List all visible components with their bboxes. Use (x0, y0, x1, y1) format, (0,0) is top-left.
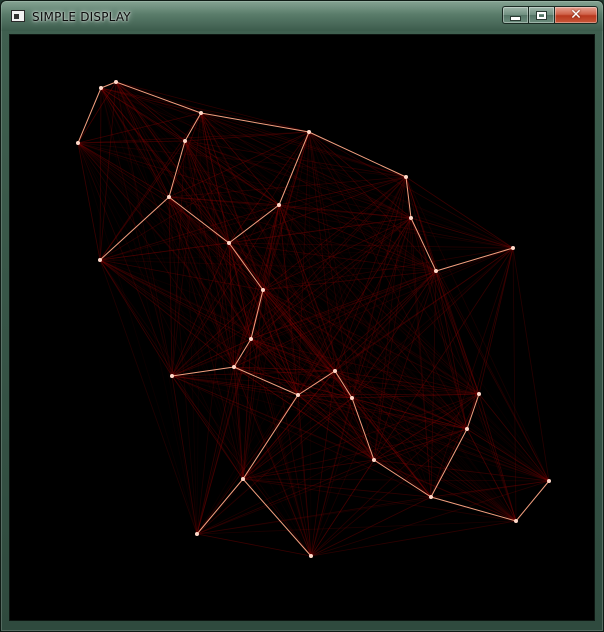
graph-node (307, 130, 311, 134)
maximize-button[interactable] (528, 6, 554, 24)
graph-node (547, 479, 551, 483)
graph-node (183, 139, 187, 143)
graph-node (76, 141, 80, 145)
simple-display-window: SIMPLE DISPLAY ✕ (0, 0, 604, 632)
graph-node (170, 374, 174, 378)
graph-node (114, 80, 118, 84)
mesh-line (171, 375, 312, 557)
graph-node (309, 554, 313, 558)
graph-node (277, 203, 281, 207)
graph-edge (435, 247, 514, 272)
mesh-line (512, 247, 517, 522)
mesh-line (297, 394, 550, 482)
graph-node (372, 458, 376, 462)
graph-node (465, 427, 469, 431)
mesh-line (184, 140, 514, 249)
mesh-line (310, 459, 375, 557)
caption-buttons: ✕ (502, 6, 598, 24)
graph-node (296, 393, 300, 397)
mesh-line (99, 87, 102, 261)
mesh-line (196, 520, 517, 535)
graph-node (241, 477, 245, 481)
mesh-lines (77, 81, 550, 557)
mesh-line (405, 176, 480, 395)
mesh-line (478, 247, 514, 395)
mesh-line (410, 217, 514, 249)
graph-node (232, 365, 236, 369)
graph-node (429, 495, 433, 499)
window-title: SIMPLE DISPLAY (32, 10, 131, 24)
graph-node (99, 86, 103, 90)
maximize-icon (537, 11, 546, 19)
graph-node (511, 246, 515, 250)
graph-node (409, 216, 413, 220)
minimize-button[interactable] (502, 6, 528, 24)
graph-node (98, 258, 102, 262)
graph-node (350, 396, 354, 400)
graph-edge (515, 480, 550, 522)
graph-edge (77, 87, 102, 144)
mesh-line (250, 338, 517, 522)
close-icon: ✕ (570, 7, 582, 23)
mesh-line (310, 496, 432, 557)
graph-visualization (76, 80, 551, 558)
mesh-line (373, 459, 517, 522)
graph-node (477, 392, 481, 396)
mesh-line (77, 142, 550, 482)
display-canvas[interactable] (9, 34, 595, 621)
mesh-line (99, 112, 202, 261)
graph-node (333, 369, 337, 373)
graph-node (514, 519, 518, 523)
graph-node (227, 241, 231, 245)
mesh-line (99, 259, 198, 535)
graph-node (404, 175, 408, 179)
graph-edge (115, 81, 202, 114)
graph-node (249, 337, 253, 341)
graph-node (195, 532, 199, 536)
close-button[interactable]: ✕ (554, 6, 598, 24)
title-bar[interactable]: SIMPLE DISPLAY ✕ (1, 1, 603, 31)
graph-node (167, 195, 171, 199)
app-window-icon[interactable] (11, 10, 25, 22)
graph-node (199, 111, 203, 115)
graph-node (434, 269, 438, 273)
graph-node (261, 288, 265, 292)
minimize-icon (511, 16, 520, 20)
